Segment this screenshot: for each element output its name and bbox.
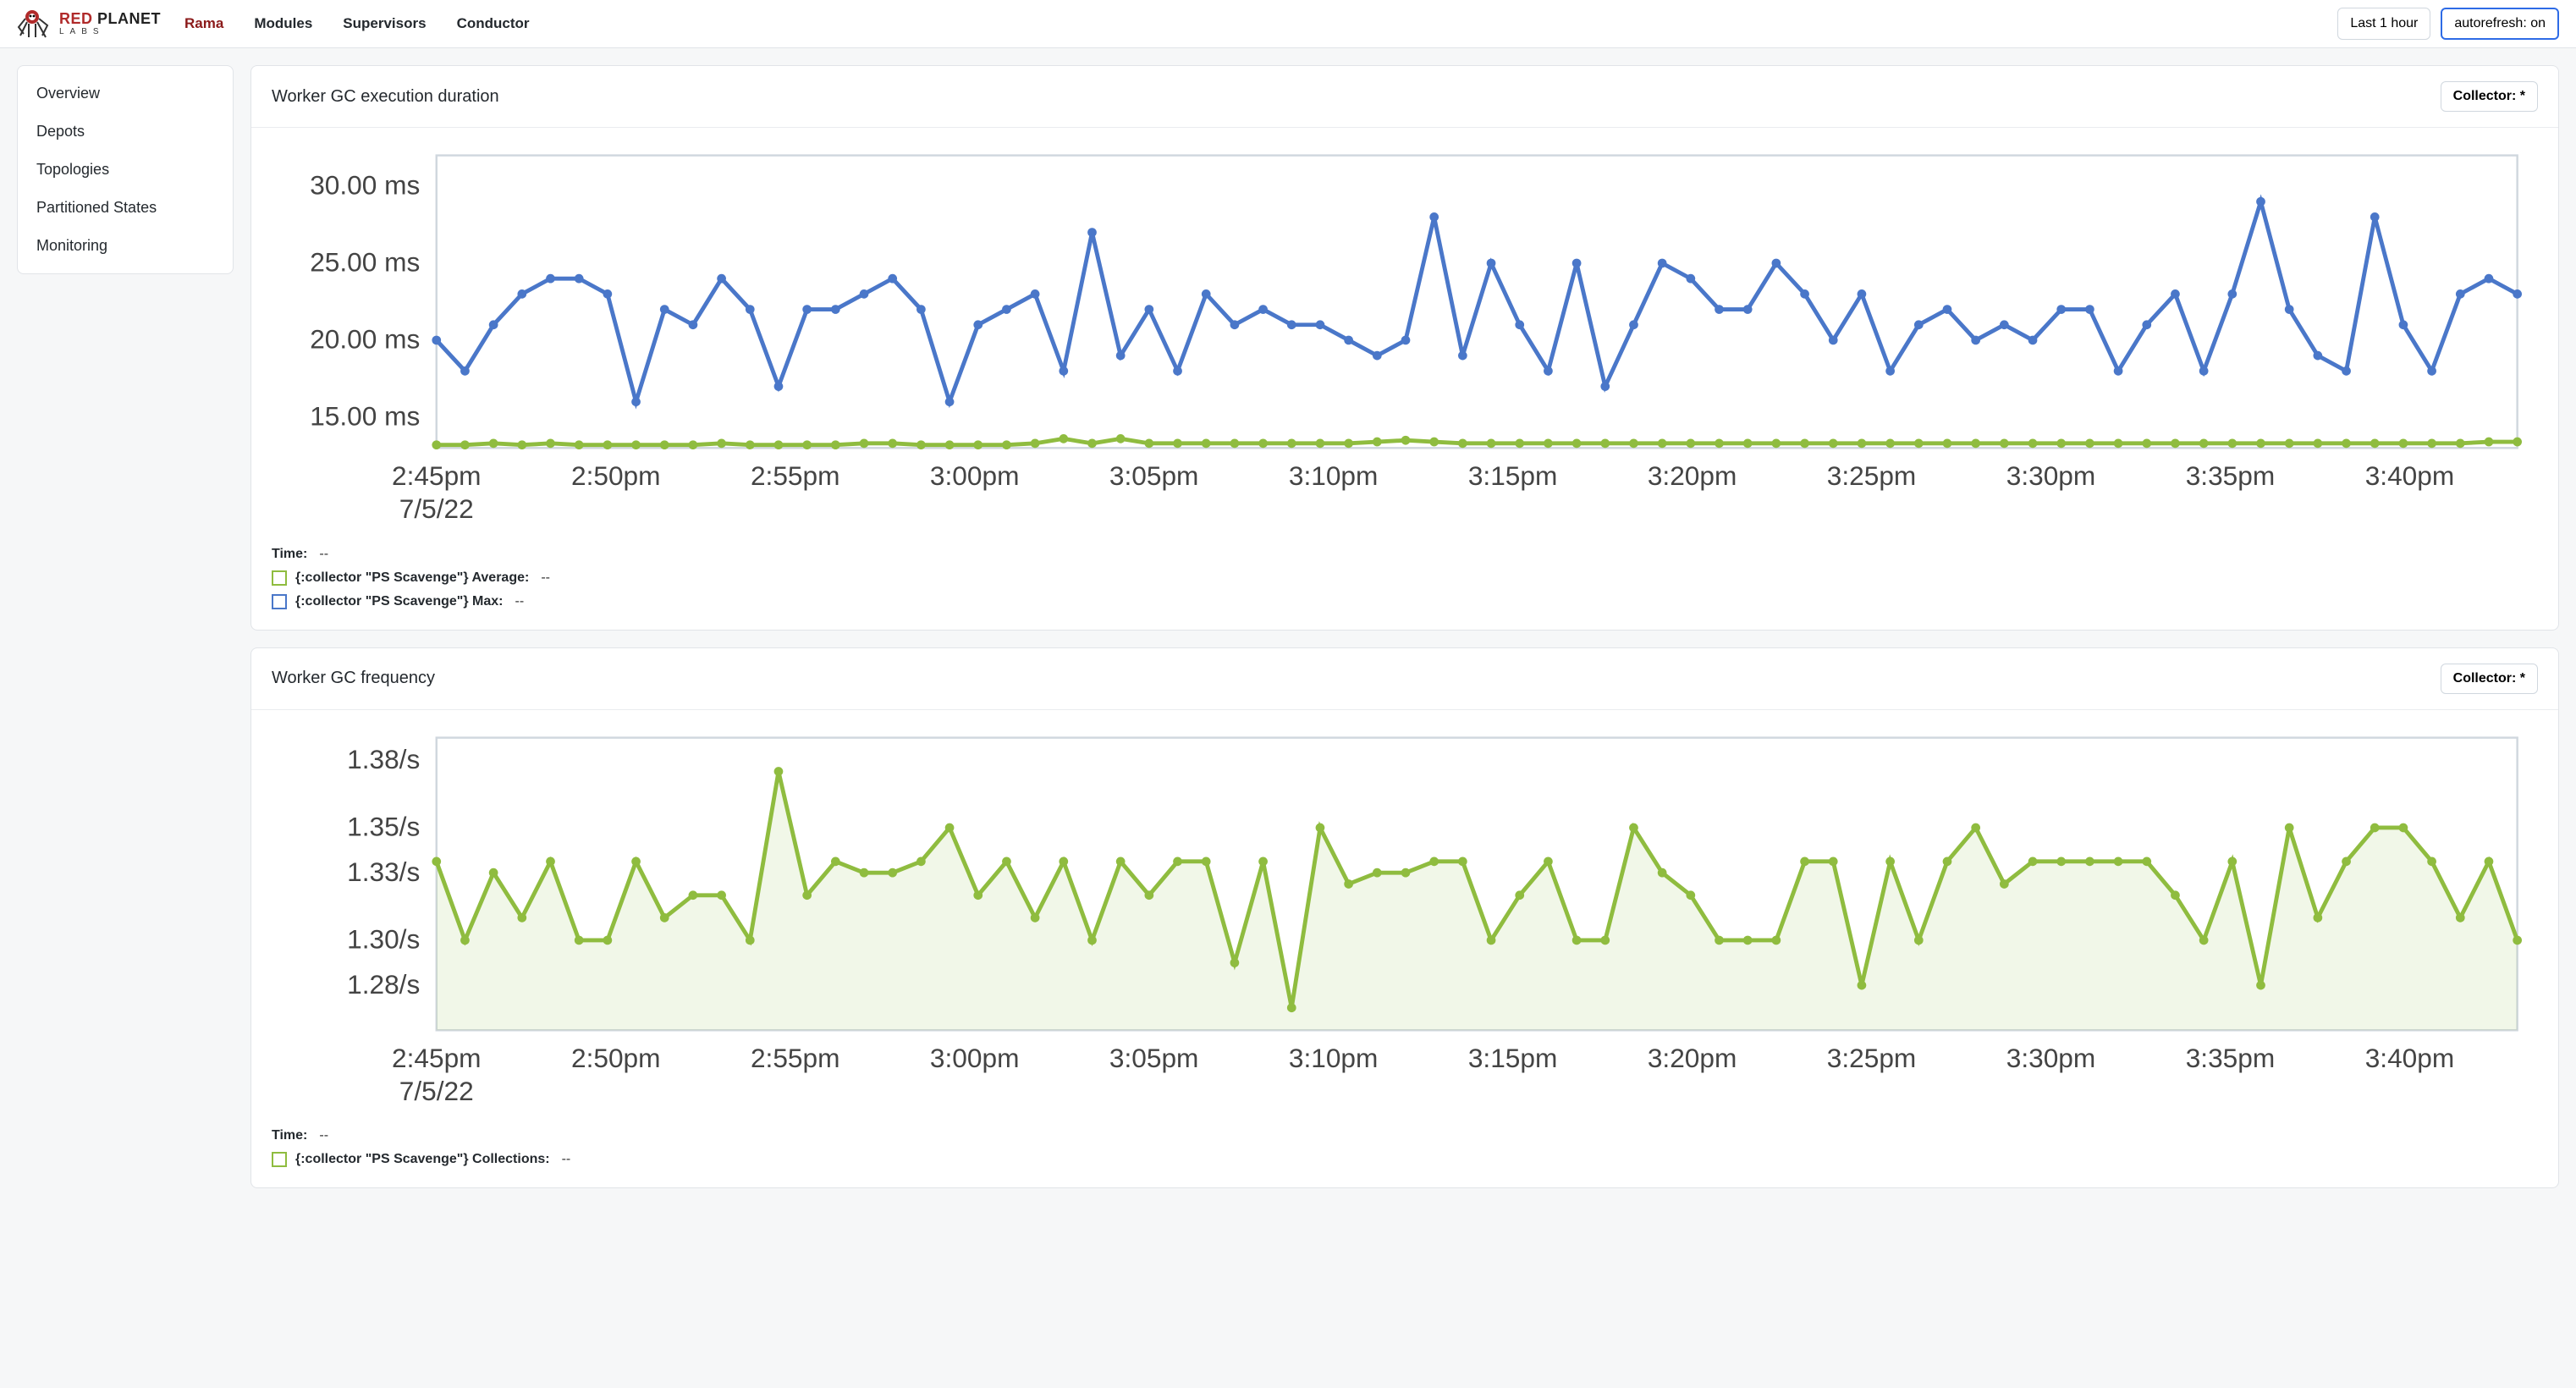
- svg-text:3:05pm: 3:05pm: [1109, 460, 1198, 491]
- legend-time: Time: --: [272, 547, 2538, 562]
- legend-collections[interactable]: {:collector "PS Scavenge"} Collections: …: [272, 1152, 2538, 1167]
- sidebar-item-monitoring[interactable]: Monitoring: [18, 227, 233, 265]
- logo: RED PLANET LABS: [17, 7, 161, 41]
- logo-text-labs: LABS: [59, 28, 161, 36]
- panel-title: Worker GC frequency: [272, 669, 435, 688]
- swatch-green-icon: [272, 1152, 287, 1167]
- svg-text:3:15pm: 3:15pm: [1468, 460, 1557, 491]
- autorefresh-button[interactable]: autorefresh: on: [2441, 8, 2559, 40]
- svg-text:2:50pm: 2:50pm: [571, 460, 660, 491]
- nav-supervisors[interactable]: Supervisors: [343, 15, 426, 32]
- gc-frequency-chart[interactable]: 1.28/s 1.30/s 1.33/s 1.35/s 1.38/s 2:45pm7/5/…: [272, 725, 2538, 1117]
- panel-gc-frequency: Worker GC frequency Collector: * 1.28/s1…: [250, 647, 2559, 1189]
- svg-text:3:30pm: 3:30pm: [2006, 1043, 2095, 1073]
- svg-text:3:25pm: 3:25pm: [1827, 460, 1916, 491]
- spider-logo-icon: [17, 7, 54, 41]
- collector-filter-button[interactable]: Collector: *: [2441, 81, 2538, 112]
- nav-rama[interactable]: Rama: [184, 15, 223, 32]
- svg-text:3:10pm: 3:10pm: [1289, 1043, 1378, 1073]
- nav-modules[interactable]: Modules: [254, 15, 312, 32]
- sidebar-item-topologies[interactable]: Topologies: [18, 151, 233, 189]
- svg-text:3:35pm: 3:35pm: [2186, 1043, 2275, 1073]
- gc-duration-chart[interactable]: 15.00 ms 20.00 ms 25.00 ms 30.00 ms 2:45pm7/…: [272, 143, 2538, 535]
- svg-text:3:20pm: 3:20pm: [1648, 460, 1737, 491]
- svg-text:3:05pm: 3:05pm: [1109, 1043, 1198, 1073]
- svg-text:30.00 ms: 30.00 ms: [310, 170, 420, 201]
- panel-gc-duration: Worker GC execution duration Collector: …: [250, 65, 2559, 631]
- svg-text:3:30pm: 3:30pm: [2006, 460, 2095, 491]
- svg-text:1.33/s: 1.33/s: [347, 856, 420, 886]
- svg-text:3:20pm: 3:20pm: [1648, 1043, 1737, 1073]
- svg-text:3:10pm: 3:10pm: [1289, 460, 1378, 491]
- swatch-blue-icon: [272, 594, 287, 609]
- panel-title: Worker GC execution duration: [272, 87, 499, 107]
- svg-text:1.28/s: 1.28/s: [347, 968, 420, 999]
- svg-text:2:55pm: 2:55pm: [751, 460, 839, 491]
- svg-text:3:15pm: 3:15pm: [1468, 1043, 1557, 1073]
- svg-text:7/5/22: 7/5/22: [399, 493, 474, 524]
- svg-text:1.30/s: 1.30/s: [347, 923, 420, 954]
- legend-max[interactable]: {:collector "PS Scavenge"} Max: --: [272, 594, 2538, 609]
- sidebar-item-overview[interactable]: Overview: [18, 74, 233, 113]
- logo-text-planet: PLANET: [97, 10, 161, 27]
- sidebar-item-depots[interactable]: Depots: [18, 113, 233, 151]
- svg-text:3:35pm: 3:35pm: [2186, 460, 2275, 491]
- nav-conductor[interactable]: Conductor: [457, 15, 530, 32]
- svg-text:3:40pm: 3:40pm: [2365, 1043, 2454, 1073]
- legend-avg[interactable]: {:collector "PS Scavenge"} Average: --: [272, 570, 2538, 586]
- svg-text:15.00 ms: 15.00 ms: [310, 401, 420, 432]
- svg-text:7/5/22: 7/5/22: [399, 1076, 474, 1106]
- svg-text:2:45pm: 2:45pm: [392, 1043, 481, 1073]
- main-nav: Rama Modules Supervisors Conductor: [184, 15, 529, 32]
- swatch-green-icon: [272, 570, 287, 586]
- svg-text:2:55pm: 2:55pm: [751, 1043, 839, 1073]
- svg-text:20.00 ms: 20.00 ms: [310, 324, 420, 355]
- timerange-button[interactable]: Last 1 hour: [2337, 8, 2430, 40]
- svg-text:3:25pm: 3:25pm: [1827, 1043, 1916, 1073]
- svg-text:1.38/s: 1.38/s: [347, 744, 420, 774]
- legend-time: Time: --: [272, 1128, 2538, 1143]
- svg-text:3:00pm: 3:00pm: [930, 460, 1019, 491]
- svg-text:2:50pm: 2:50pm: [571, 1043, 660, 1073]
- svg-text:3:40pm: 3:40pm: [2365, 460, 2454, 491]
- logo-text-red: RED: [59, 10, 93, 27]
- svg-text:1.35/s: 1.35/s: [347, 811, 420, 841]
- svg-text:2:45pm: 2:45pm: [392, 460, 481, 491]
- svg-text:25.00 ms: 25.00 ms: [310, 247, 420, 278]
- sidebar-item-pstates[interactable]: Partitioned States: [18, 189, 233, 227]
- svg-text:3:00pm: 3:00pm: [930, 1043, 1019, 1073]
- sidebar: Overview Depots Topologies Partitioned S…: [17, 65, 234, 274]
- collector-filter-button[interactable]: Collector: *: [2441, 664, 2538, 694]
